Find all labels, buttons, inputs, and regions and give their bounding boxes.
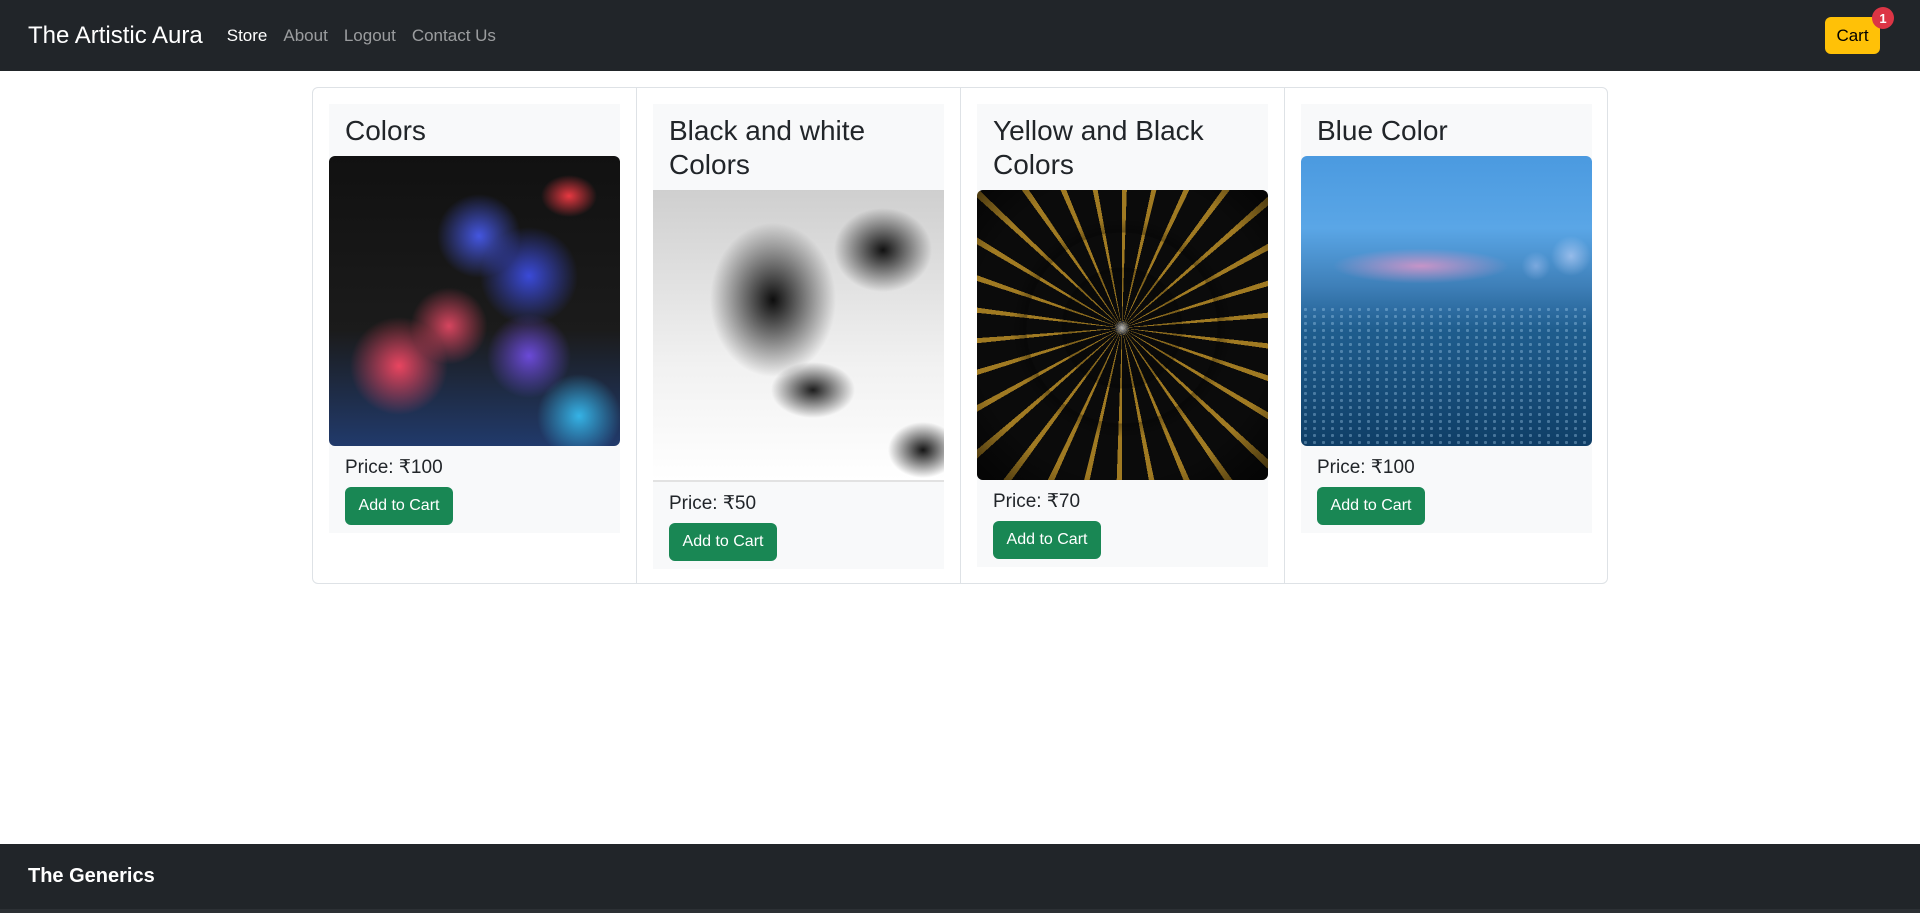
add-to-cart-button[interactable]: Add to Cart [993, 521, 1101, 559]
cart-count-badge: 1 [1872, 7, 1894, 29]
footer-title: The Generics [28, 865, 155, 887]
add-to-cart-button[interactable]: Add to Cart [345, 487, 453, 525]
brand-title[interactable]: The Artistic Aura [28, 22, 203, 50]
product-image [653, 190, 944, 482]
add-to-cart-button[interactable]: Add to Cart [669, 523, 777, 561]
product-body: Price: ₹100 Add to Cart [329, 446, 620, 533]
product-column: Blue Color Price: ₹100 Add to Cart [1285, 88, 1608, 583]
cart-wrapper: Cart 1 [1825, 7, 1894, 54]
nav-link-contact-us[interactable]: Contact Us [412, 26, 496, 46]
product-image [1301, 156, 1592, 446]
product-title: Blue Color [1317, 115, 1448, 146]
product-body: Price: ₹100 Add to Cart [1301, 446, 1592, 533]
product-body: Price: ₹50 Add to Cart [653, 482, 944, 569]
cart-button[interactable]: Cart [1825, 17, 1880, 54]
nav-link-store[interactable]: Store [227, 26, 268, 46]
product-price: Price: ₹100 [1317, 457, 1415, 478]
nav-link-logout[interactable]: Logout [344, 26, 396, 46]
product-title: Yellow and Black Colors [993, 115, 1204, 180]
footer: The Generics [0, 844, 1920, 913]
product-card: Yellow and Black Colors Price: ₹70 Add t… [977, 104, 1268, 567]
nav-link-about[interactable]: About [283, 26, 327, 46]
product-card: Black and white Colors Price: ₹50 Add to… [653, 104, 944, 569]
product-card: Blue Color Price: ₹100 Add to Cart [1301, 104, 1592, 533]
product-price: Price: ₹50 [669, 493, 757, 514]
product-title: Black and white Colors [669, 115, 866, 180]
add-to-cart-button[interactable]: Add to Cart [1317, 487, 1425, 525]
product-column: Yellow and Black Colors Price: ₹70 Add t… [961, 88, 1285, 583]
product-column: Colors Price: ₹100 Add to Cart [313, 88, 637, 583]
product-column: Black and white Colors Price: ₹50 Add to… [637, 88, 961, 583]
product-image [329, 156, 620, 446]
product-price: Price: ₹70 [993, 491, 1081, 512]
product-title: Colors [345, 115, 426, 146]
product-image [977, 190, 1268, 480]
product-price: Price: ₹100 [345, 457, 443, 478]
navbar: The Artistic Aura Store About Logout Con… [0, 0, 1920, 71]
product-card-group: Colors Price: ₹100 Add to Cart Black and… [312, 87, 1608, 584]
product-body: Price: ₹70 Add to Cart [977, 480, 1268, 567]
product-card: Colors Price: ₹100 Add to Cart [329, 104, 620, 533]
